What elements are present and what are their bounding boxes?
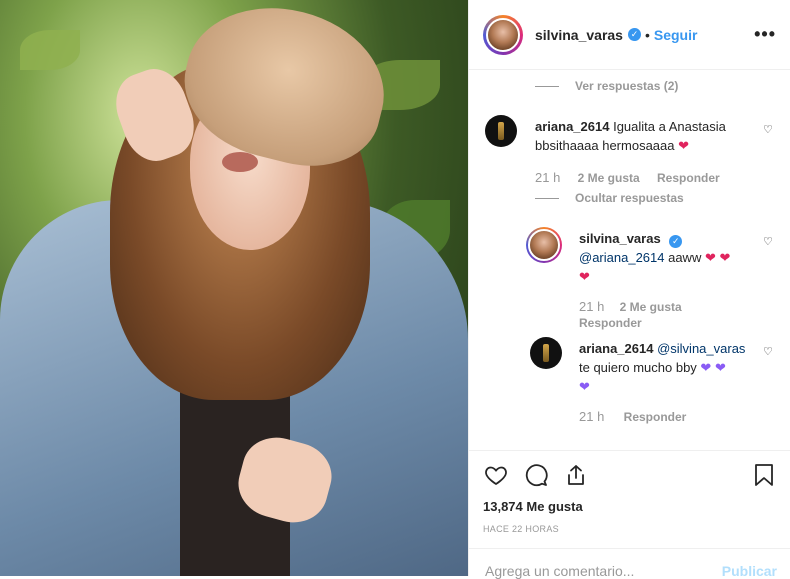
comment-item: ariana_2614 Igualita a Anastasia bbsitha… (485, 115, 775, 195)
post-actions: 13,874 Me gusta HACE 22 HORAS (469, 450, 790, 534)
bookmark-icon[interactable] (751, 462, 777, 488)
comment-likes[interactable]: 2 Me gusta (620, 300, 682, 314)
comment-meta: 21 h 2 Me gusta Responder (579, 299, 709, 331)
red-heart-icon: ❤ (678, 138, 690, 153)
comment-text: ariana_2614 Igualita a Anastasia bbsitha… (535, 117, 745, 155)
comment-likes[interactable]: 2 Me gusta (578, 171, 640, 185)
red-heart-icon: ❤ (719, 250, 731, 265)
mention-link[interactable]: @silvina_varas (657, 341, 745, 356)
author-avatar[interactable] (483, 14, 523, 55)
post-sidebar: silvina_varas ✓ • Seguir ••• Ver respues… (468, 0, 790, 579)
comment-username[interactable]: ariana_2614 (535, 119, 609, 134)
hide-replies-label: Ocultar respuestas (575, 191, 684, 205)
red-heart-icon: ❤ (704, 250, 716, 265)
heart-icon[interactable] (483, 462, 509, 488)
view-replies-label: Ver respuestas (2) (575, 79, 679, 93)
comment-text: silvina_varas ✓ @ariana_2614 aaww ❤ ❤ ❤ (579, 229, 754, 286)
purple-heart-icon: ❤ (700, 360, 712, 375)
comment-username[interactable]: ariana_2614 (579, 341, 653, 356)
purple-heart-icon: ❤ (579, 379, 590, 394)
commenter-avatar[interactable] (526, 227, 562, 263)
commenter-avatar[interactable] (485, 115, 517, 147)
likes-count[interactable]: 13,874 Me gusta (483, 499, 777, 514)
comment-meta: 21 h 2 Me gusta Responder (535, 170, 734, 185)
verified-icon: ✓ (669, 235, 683, 248)
comment-text: ariana_2614 @silvina_varas te quiero muc… (579, 339, 754, 396)
reply-item: silvina_varas ✓ @ariana_2614 aaww ❤ ❤ ❤ … (526, 227, 776, 337)
post-header: silvina_varas ✓ • Seguir ••• (469, 0, 790, 70)
like-comment-icon[interactable]: ♡ (763, 123, 773, 136)
post-timestamp: HACE 22 HORAS (483, 524, 559, 534)
publish-button[interactable]: Publicar (722, 563, 777, 579)
like-comment-icon[interactable]: ♡ (763, 235, 773, 248)
author-username[interactable]: silvina_varas (535, 27, 623, 43)
divider-line (535, 85, 559, 87)
divider-line (535, 197, 559, 199)
reply-item: ariana_2614 @silvina_varas te quiero muc… (530, 337, 780, 437)
view-replies-link[interactable]: Ver respuestas (2) (535, 79, 678, 93)
mention-link[interactable]: @ariana_2614 (579, 250, 664, 265)
comment-time: 21 h (535, 170, 561, 185)
hide-replies-link[interactable]: Ocultar respuestas (535, 191, 684, 205)
more-icon[interactable]: ••• (754, 24, 776, 45)
comment-meta: 21 h Responder (579, 409, 700, 424)
follow-button[interactable]: Seguir (654, 27, 698, 43)
purple-heart-icon: ❤ (714, 360, 726, 375)
comment-icon[interactable] (523, 462, 549, 488)
red-heart-icon: ❤ (579, 269, 590, 284)
verified-icon: ✓ (627, 28, 641, 41)
comment-time: 21 h (579, 299, 605, 314)
background-foliage (20, 30, 80, 70)
action-bar (483, 451, 777, 499)
comment-body: aaww (664, 250, 702, 265)
comments-list[interactable]: Ver respuestas (2) ariana_2614 Igualita … (469, 71, 790, 449)
reply-button[interactable]: Responder (657, 171, 720, 185)
like-comment-icon[interactable]: ♡ (763, 345, 773, 358)
comment-body: te quiero mucho bby (579, 360, 697, 375)
lips (222, 152, 258, 172)
post-photo[interactable] (0, 0, 468, 576)
reply-button[interactable]: Responder (624, 410, 687, 424)
reply-button[interactable]: Responder (579, 316, 642, 330)
comment-input[interactable]: Agrega un comentario... (485, 563, 634, 579)
commenter-avatar[interactable] (530, 337, 562, 369)
comment-username[interactable]: silvina_varas (579, 231, 661, 246)
share-icon[interactable] (563, 462, 589, 488)
separator-dot: • (644, 26, 650, 43)
comment-composer: Agrega un comentario... Publicar (469, 548, 790, 579)
comment-time: 21 h (579, 409, 605, 424)
